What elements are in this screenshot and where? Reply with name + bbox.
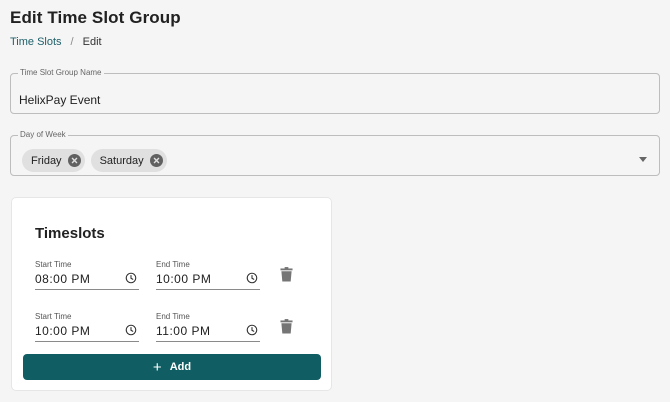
end-time-value[interactable]: 10:00 PM bbox=[156, 272, 211, 286]
add-timeslot-button[interactable]: + Add bbox=[23, 354, 321, 380]
start-time-label: Start Time bbox=[35, 260, 72, 269]
start-time-label: Start Time bbox=[35, 312, 72, 321]
day-of-week-select[interactable]: Day of Week Friday Saturday bbox=[10, 131, 660, 176]
page-title: Edit Time Slot Group bbox=[10, 8, 181, 27]
chip-label: Friday bbox=[31, 154, 62, 167]
chip-remove-icon[interactable] bbox=[67, 154, 81, 167]
dropdown-arrow-icon[interactable] bbox=[639, 157, 647, 162]
clock-icon[interactable] bbox=[125, 324, 137, 336]
start-time-field[interactable]: Start Time 08:00 PM bbox=[35, 260, 139, 290]
group-name-input[interactable]: HelixPay Event bbox=[19, 93, 100, 107]
end-time-label: End Time bbox=[156, 312, 190, 321]
chip-label: Saturday bbox=[99, 154, 144, 167]
breadcrumb: Time Slots / Edit bbox=[10, 36, 102, 48]
chip-remove-icon[interactable] bbox=[149, 154, 163, 167]
start-time-field[interactable]: Start Time 10:00 PM bbox=[35, 312, 139, 342]
trash-icon[interactable] bbox=[280, 319, 293, 334]
add-button-label: Add bbox=[169, 361, 192, 373]
trash-icon[interactable] bbox=[280, 267, 293, 282]
clock-icon[interactable] bbox=[125, 272, 137, 284]
end-time-value[interactable]: 11:00 PM bbox=[156, 324, 210, 338]
end-time-label: End Time bbox=[156, 260, 190, 269]
timeslots-card: Timeslots Start Time 08:00 PM End Time 1… bbox=[11, 197, 332, 391]
clock-icon[interactable] bbox=[246, 324, 258, 336]
chip-friday[interactable]: Friday bbox=[22, 149, 85, 172]
timeslots-title: Timeslots bbox=[35, 225, 105, 242]
start-time-value[interactable]: 08:00 PM bbox=[35, 272, 90, 286]
end-time-field[interactable]: End Time 10:00 PM bbox=[156, 260, 260, 290]
group-name-field[interactable]: Time Slot Group Name HelixPay Event bbox=[10, 69, 660, 114]
start-time-value[interactable]: 10:00 PM bbox=[35, 324, 90, 338]
breadcrumb-current: Edit bbox=[82, 36, 102, 48]
breadcrumb-separator: / bbox=[70, 36, 74, 48]
chip-saturday[interactable]: Saturday bbox=[90, 149, 167, 172]
day-chips: Friday Saturday bbox=[22, 149, 167, 172]
day-of-week-label: Day of Week bbox=[20, 130, 66, 139]
clock-icon[interactable] bbox=[246, 272, 258, 284]
group-name-label: Time Slot Group Name bbox=[20, 68, 102, 77]
end-time-field[interactable]: End Time 11:00 PM bbox=[156, 312, 260, 342]
breadcrumb-time-slots-link[interactable]: Time Slots bbox=[10, 36, 62, 48]
plus-icon: + bbox=[152, 358, 162, 376]
